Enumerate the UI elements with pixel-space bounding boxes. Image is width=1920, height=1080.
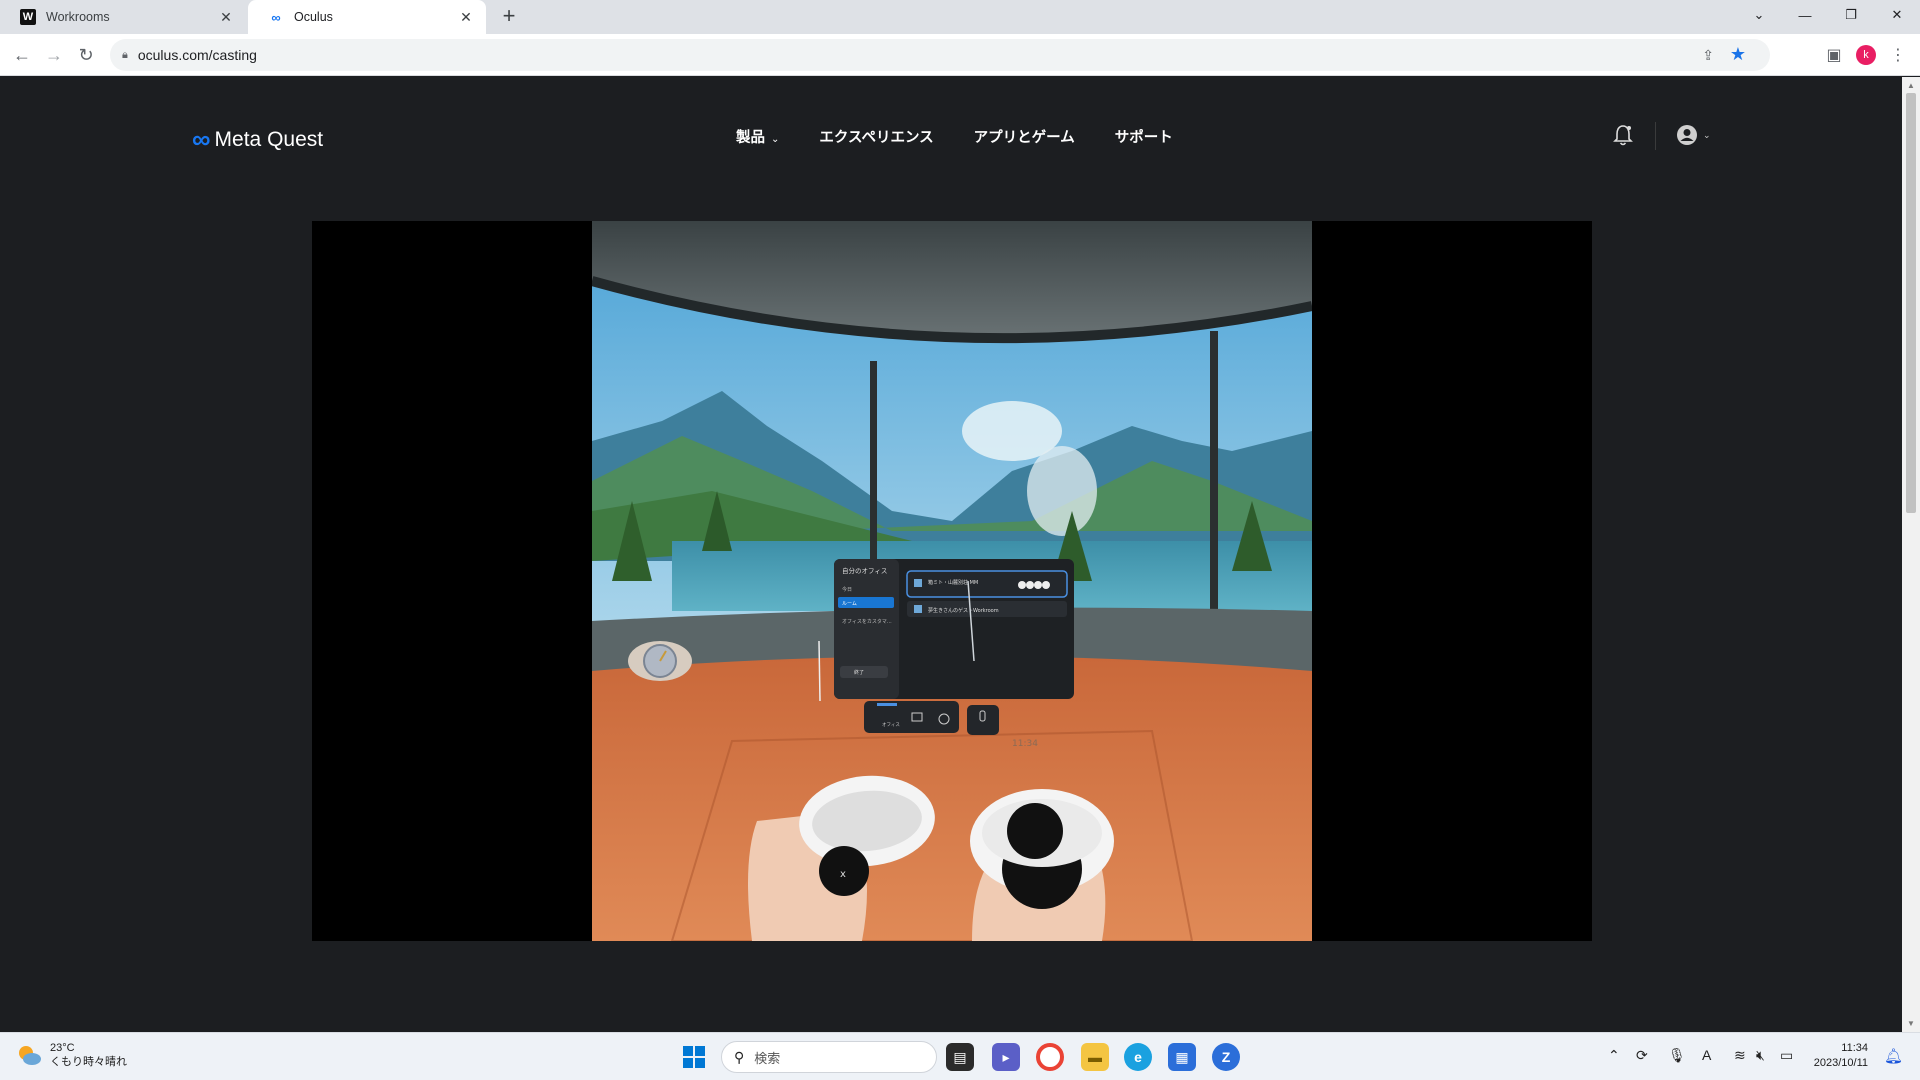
vr-side-item-customize: オフィスをカスタマ... (842, 618, 892, 625)
search-placeholder: 検索 (754, 1050, 781, 1066)
windows-start-button[interactable] (683, 1046, 705, 1068)
workrooms-favicon-icon: W (20, 9, 36, 25)
scroll-up-icon[interactable]: ▲ (1907, 81, 1915, 90)
chrome-icon[interactable] (1036, 1043, 1064, 1071)
nav-item-support[interactable]: サポート (1115, 126, 1173, 147)
page-content: ∞ Meta Quest 製品 ⌄ エクスペリエンス アプリとゲーム サポート ⌄ (0, 77, 1902, 1032)
nav-label: アプリとゲーム (973, 130, 1075, 146)
bookmark-star-icon[interactable]: ★ (1730, 44, 1746, 65)
meta-quest-logo[interactable]: ∞ Meta Quest (192, 124, 323, 155)
wifi-icon[interactable]: ≋ (1734, 1047, 1746, 1064)
tab-workrooms[interactable]: W Workrooms ✕ (0, 0, 246, 34)
vr-office-panel: 自分のオフィス 今日 ルーム オフィスをカスタマ... 終了 箱ミト・山麓別荘 … (818, 559, 1074, 702)
vr-side-item-room: ルーム (842, 601, 857, 607)
casting-video-player[interactable]: 自分のオフィス 今日 ルーム オフィスをカスタマ... 終了 箱ミト・山麓別荘 … (312, 221, 1592, 941)
weather-temp: 23°C (50, 1042, 75, 1054)
reload-button[interactable]: ↻ (74, 43, 98, 67)
windows-taskbar: 23°C くもり時々晴れ ⚲ 検索 ▤ ▸ ▬ e ▦ Z ⌃ ⟳ 🎙︎ A ≋… (0, 1032, 1920, 1080)
nav-label: エクスペリエンス (819, 130, 934, 146)
side-panel-icon[interactable]: ▣ (1822, 43, 1846, 67)
tab-title: Workrooms (46, 10, 110, 24)
sync-icon[interactable]: ⟳ (1636, 1047, 1648, 1064)
clock-date: 2023/10/11 (1813, 1057, 1868, 1069)
file-explorer-icon[interactable]: ▬ (1081, 1043, 1109, 1071)
ime-icon[interactable]: A (1702, 1047, 1711, 1063)
window-controls: ⌄ — ❐ ✕ (1736, 0, 1920, 30)
task-view-icon[interactable]: ▤ (946, 1043, 974, 1071)
edge-icon[interactable]: e (1124, 1043, 1152, 1071)
nav-item-experiences[interactable]: エクスペリエンス (819, 126, 933, 147)
nav-label: 製品 (736, 130, 765, 146)
chevron-down-icon: ⌄ (771, 134, 780, 145)
share-icon[interactable]: ⇪ (1702, 47, 1714, 64)
vr-room-2: 夢生きさんのゲストWorkroom (928, 607, 999, 614)
scroll-down-icon[interactable]: ▼ (1907, 1019, 1915, 1028)
meta-favicon-icon: ∞ (271, 9, 281, 25)
minimize-button[interactable]: — (1782, 0, 1828, 30)
close-window-button[interactable]: ✕ (1874, 0, 1920, 30)
lock-icon: 🔒︎ (122, 48, 128, 61)
tab-close-icon[interactable]: ✕ (218, 9, 234, 25)
url-text: oculus.com/casting (137, 47, 257, 63)
address-bar[interactable]: 🔒︎ oculus.com/casting ⇪ ★ (110, 39, 1770, 71)
vr-dock-label: オフィス (882, 722, 900, 728)
profile-avatar[interactable]: k (1856, 45, 1876, 65)
restore-button[interactable]: ❐ (1828, 0, 1874, 30)
logo-text: Meta Quest (214, 127, 324, 151)
header-divider (1655, 122, 1656, 150)
teams-chat-icon[interactable]: ▸ (992, 1043, 1020, 1071)
weather-partly-cloudy-icon (19, 1046, 41, 1065)
menu-kebab-icon[interactable]: ⋮ (1886, 43, 1910, 67)
forward-button[interactable]: → (42, 43, 66, 67)
vr-time: 11:34 (1012, 739, 1038, 749)
microsoft-store-icon[interactable]: ▦ (1168, 1043, 1196, 1071)
weather-widget[interactable]: 23°C くもり時々晴れ (16, 1041, 127, 1069)
clock-time: 11:34 (1841, 1042, 1868, 1054)
battery-icon[interactable]: ▭ (1780, 1047, 1793, 1064)
notification-bell-icon[interactable] (1612, 123, 1634, 147)
page-scrollbar[interactable]: ▲ ▼ (1902, 77, 1920, 1032)
tab-search-icon[interactable]: ⌄ (1736, 0, 1782, 30)
main-navigation: 製品 ⌄ エクスペリエンス アプリとゲーム サポート (736, 126, 1173, 147)
taskbar-clock[interactable]: 11:34 2023/10/11 (1808, 1041, 1868, 1071)
weather-desc: くもり時々晴れ (50, 1056, 127, 1068)
microphone-icon[interactable]: 🎙︎ (1668, 1047, 1686, 1064)
account-avatar-icon (1677, 125, 1697, 145)
tab-oculus[interactable]: ∞ Oculus ✕ (248, 0, 486, 34)
chevron-down-icon: ⌄ (1703, 129, 1711, 140)
nav-item-apps-games[interactable]: アプリとゲーム (974, 126, 1075, 147)
vr-casting-frame: 自分のオフィス 今日 ルーム オフィスをカスタマ... 終了 箱ミト・山麓別荘 … (592, 221, 1312, 941)
new-tab-button[interactable]: + (498, 5, 520, 28)
browser-toolbar: ← → ↻ 🔒︎ oculus.com/casting ⇪ ★ ▣ ⋮ (0, 34, 1920, 76)
show-hidden-icons-icon[interactable]: ⌃ (1608, 1047, 1620, 1064)
back-button[interactable]: ← (10, 43, 34, 67)
tab-close-icon[interactable]: ✕ (458, 9, 474, 25)
vr-panel-title: 自分のオフィス (842, 566, 887, 575)
vr-side-item-today: 今日 (842, 586, 852, 593)
nav-label: サポート (1114, 130, 1173, 146)
meta-infinity-icon: ∞ (192, 124, 211, 154)
vr-exit-button: 終了 (854, 669, 864, 676)
tab-title: Oculus (294, 10, 333, 24)
nav-item-products[interactable]: 製品 ⌄ (736, 126, 779, 147)
browser-tab-strip: W Workrooms ✕ ∞ Oculus ✕ + ⌄ — ❐ ✕ (0, 0, 1920, 34)
account-menu[interactable]: ⌄ (1676, 124, 1711, 146)
taskbar-search[interactable]: ⚲ 検索 (721, 1041, 937, 1073)
notification-bell-icon[interactable]: 🔔︎ (1884, 1047, 1903, 1065)
vr-room-1: 箱ミト・山麓別荘 MM (928, 579, 978, 586)
scrollbar-thumb[interactable] (1906, 93, 1916, 513)
volume-muted-icon[interactable]: 🔇︎ (1756, 1047, 1765, 1064)
x-button-icon: x (840, 869, 846, 880)
zoom-icon[interactable]: Z (1212, 1043, 1240, 1071)
search-icon: ⚲ (734, 1048, 745, 1065)
